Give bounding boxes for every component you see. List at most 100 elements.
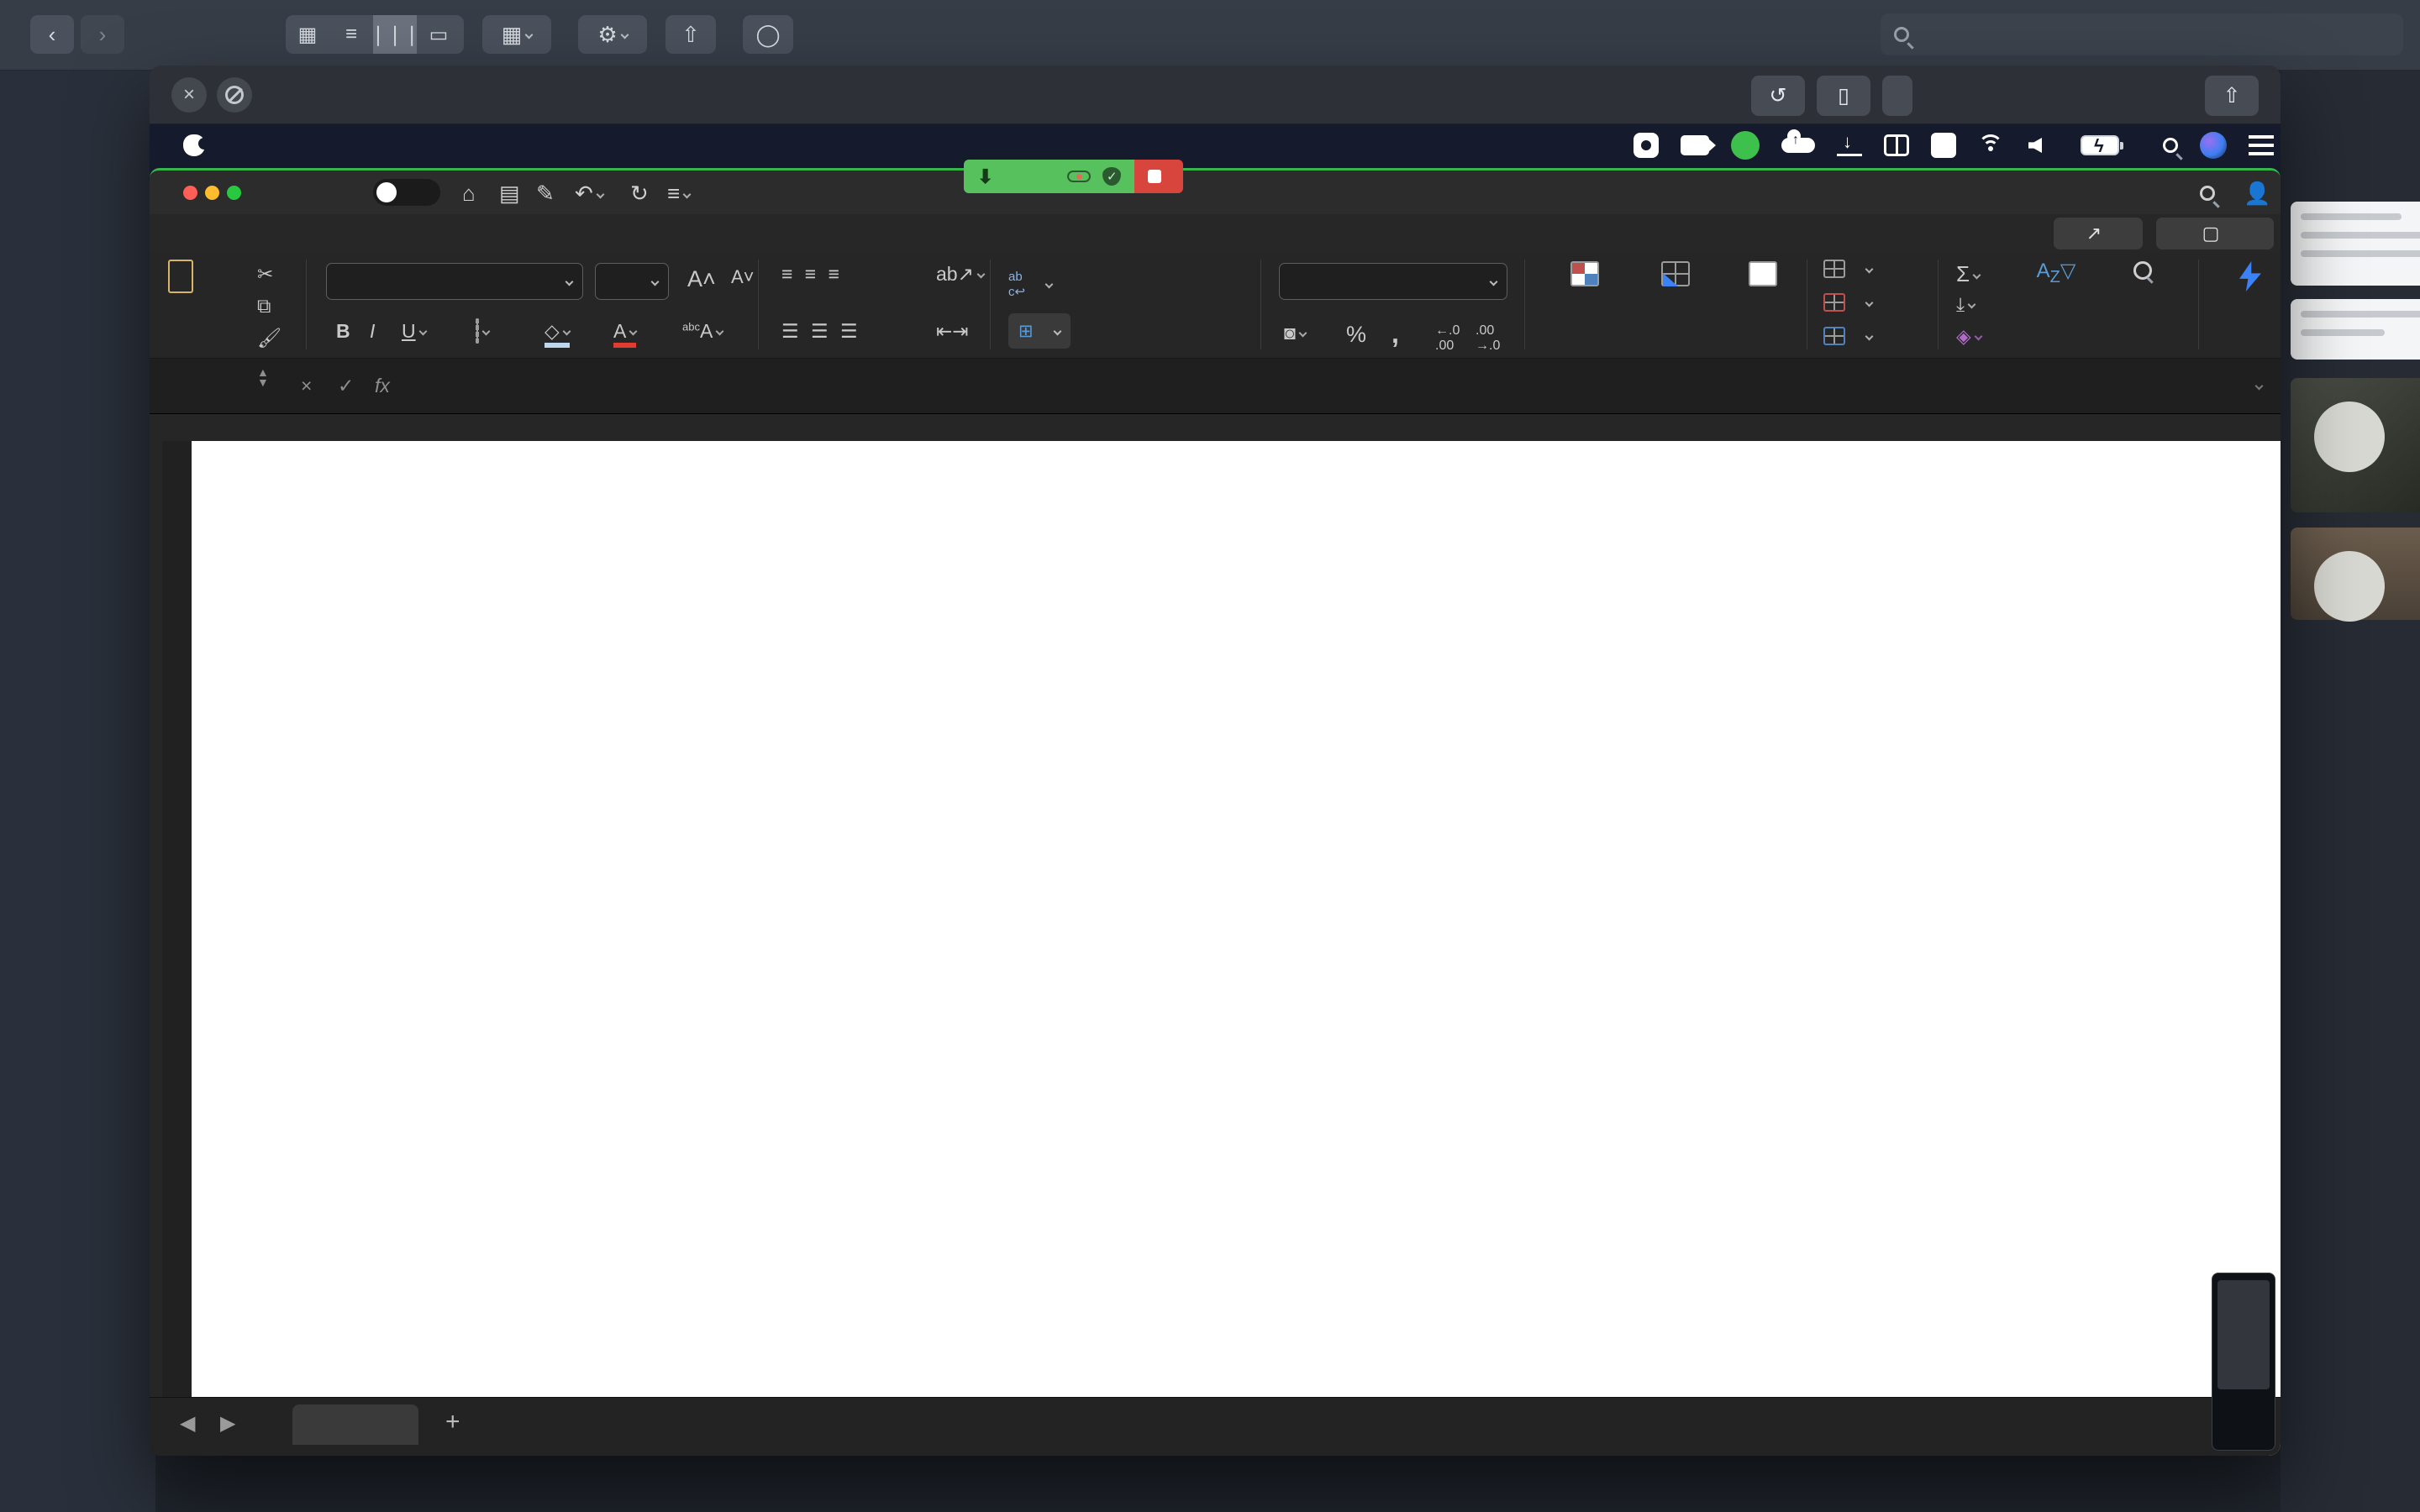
- share-user-icon[interactable]: 👤: [2244, 181, 2270, 207]
- share-workbook-button[interactable]: ↗: [2054, 218, 2143, 249]
- delete-cells-button[interactable]: [1823, 293, 1872, 312]
- more-commands-icon[interactable]: ≡: [667, 181, 690, 207]
- ideas-button[interactable]: [2213, 261, 2281, 297]
- cut-icon[interactable]: ✂: [257, 263, 273, 286]
- prev-sheet-icon[interactable]: ◀: [180, 1411, 195, 1436]
- tags-button[interactable]: ◯: [743, 15, 793, 54]
- decrease-decimal-icon[interactable]: ←.0.00: [1435, 323, 1460, 354]
- enter-icon[interactable]: ✓: [338, 367, 354, 404]
- search-input[interactable]: [1881, 13, 2403, 55]
- home-icon[interactable]: ⌂: [462, 181, 476, 207]
- increase-font-icon[interactable]: A˄: [687, 266, 716, 292]
- rotate-icon[interactable]: ↺: [1751, 76, 1805, 116]
- format-cells-button[interactable]: [1823, 327, 1872, 345]
- accounting-format-icon[interactable]: ◙: [1284, 322, 1306, 344]
- font-size-select[interactable]: [595, 263, 669, 300]
- input-source-icon[interactable]: [1931, 133, 1956, 158]
- copy-icon[interactable]: ⧉: [257, 295, 271, 318]
- notification-center-icon[interactable]: [2249, 135, 2274, 155]
- column-view-icon[interactable]: ❘❘❘: [373, 15, 417, 54]
- minimize-traffic-light[interactable]: [205, 186, 219, 200]
- stop-share-button[interactable]: [1134, 160, 1183, 193]
- trim-icon[interactable]: ▯: [1817, 76, 1870, 116]
- align-top-icon[interactable]: ≡ ≡ ≡: [781, 263, 843, 286]
- fill-down-icon[interactable]: ⤓: [1956, 293, 1975, 316]
- action-gear-button[interactable]: ⚙: [578, 15, 647, 54]
- preview-card: [2291, 202, 2420, 286]
- comments-button[interactable]: ▢: [2156, 218, 2274, 249]
- share-button[interactable]: ⇧: [666, 15, 716, 54]
- clear-icon[interactable]: ◈: [1956, 325, 1981, 348]
- battery-icon: ϟ: [2081, 135, 2119, 155]
- siri-icon[interactable]: [2200, 132, 2227, 159]
- number-format-select[interactable]: [1279, 263, 1507, 300]
- list-view-icon[interactable]: ≡: [329, 15, 373, 54]
- sheet-tab-wbs[interactable]: [292, 1404, 418, 1445]
- insert-cells-button[interactable]: [1823, 260, 1872, 278]
- fill-color-button[interactable]: ◇: [544, 320, 570, 348]
- volume-icon[interactable]: [2028, 138, 2042, 153]
- sharing-status: ⬇ ✓: [964, 160, 1134, 193]
- cloud-upload-icon[interactable]: [1781, 138, 1815, 153]
- share-icon[interactable]: ⇧: [2205, 76, 2259, 116]
- spotlight-icon[interactable]: [2163, 138, 2178, 153]
- save-icon[interactable]: ▤: [499, 181, 520, 207]
- security-shield-icon[interactable]: ✓: [1102, 167, 1121, 186]
- cancel-icon[interactable]: ×: [301, 367, 312, 404]
- paste-button[interactable]: [168, 260, 193, 298]
- name-box-spinner[interactable]: ▲▼: [257, 367, 269, 404]
- font-color-button[interactable]: A: [613, 320, 636, 348]
- autosave-toggle[interactable]: [373, 179, 440, 206]
- gallery-view-icon[interactable]: ▭: [417, 15, 460, 54]
- close-icon[interactable]: ×: [171, 77, 207, 113]
- row-headers[interactable]: [162, 441, 192, 1397]
- open-in-quicktime-button[interactable]: [1882, 76, 1912, 116]
- italic-button[interactable]: I: [370, 320, 375, 343]
- format-as-table-button[interactable]: [1632, 261, 1719, 291]
- redo-icon[interactable]: ↻: [630, 181, 649, 207]
- close-traffic-light[interactable]: [183, 186, 197, 200]
- align-left-icon[interactable]: ☰ ☰ ☰: [781, 320, 861, 343]
- increase-decimal-icon[interactable]: .00→.0: [1476, 323, 1500, 354]
- comma-icon[interactable]: ,: [1392, 318, 1399, 349]
- merge-center-button[interactable]: ⊞: [1008, 313, 1071, 349]
- underline-button[interactable]: U: [402, 320, 426, 343]
- line-app-icon[interactable]: [1731, 131, 1760, 160]
- mini-floating-window[interactable]: [2212, 1273, 2275, 1451]
- wrap-text-button[interactable]: abc↩: [1008, 270, 1052, 299]
- indent-icon[interactable]: ⇤⇥: [936, 320, 969, 343]
- apple-logo-icon[interactable]: [183, 134, 205, 156]
- find-select-button[interactable]: [2107, 261, 2188, 280]
- orientation-icon[interactable]: ab↗: [936, 263, 984, 286]
- clear-format-button[interactable]: abcA: [682, 320, 723, 343]
- sort-filter-button[interactable]: AZ▽: [2010, 261, 2102, 287]
- download-icon[interactable]: [1837, 134, 1862, 156]
- clear-icon[interactable]: [217, 77, 252, 113]
- percent-icon[interactable]: %: [1346, 322, 1366, 348]
- format-painter-icon[interactable]: 🖌: [257, 327, 281, 349]
- name-box[interactable]: [162, 367, 255, 404]
- bold-button[interactable]: B: [336, 320, 350, 343]
- decrease-font-icon[interactable]: A˅: [731, 266, 755, 288]
- autosum-icon[interactable]: Σ: [1956, 261, 1980, 287]
- next-sheet-icon[interactable]: ▶: [220, 1411, 235, 1436]
- camera-icon[interactable]: [1681, 135, 1709, 155]
- group-by-button[interactable]: ▦: [482, 15, 551, 54]
- forward-button[interactable]: ›: [81, 15, 124, 54]
- cell-styles-button[interactable]: [1726, 261, 1800, 291]
- formula-expand-icon[interactable]: [2252, 367, 2262, 404]
- back-button[interactable]: ‹: [30, 15, 74, 54]
- view-switcher[interactable]: ▦ ≡ ❘❘❘ ▭: [286, 15, 464, 54]
- conditional-format-button[interactable]: [1544, 261, 1625, 291]
- wifi-icon[interactable]: [1978, 134, 2007, 156]
- undo-icon[interactable]: ↶: [575, 181, 603, 207]
- borders-button[interactable]: [476, 320, 489, 343]
- icon-view-grid-icon[interactable]: ▦: [286, 15, 329, 54]
- zoom-traffic-light[interactable]: [227, 186, 241, 200]
- window-manager-icon[interactable]: [1884, 134, 1909, 156]
- function-icon[interactable]: fx: [375, 367, 390, 404]
- print-icon[interactable]: ✎: [536, 181, 555, 207]
- font-name-select[interactable]: [326, 263, 583, 300]
- stop-recording-icon[interactable]: [1634, 133, 1659, 158]
- search-icon[interactable]: [2200, 181, 2225, 207]
